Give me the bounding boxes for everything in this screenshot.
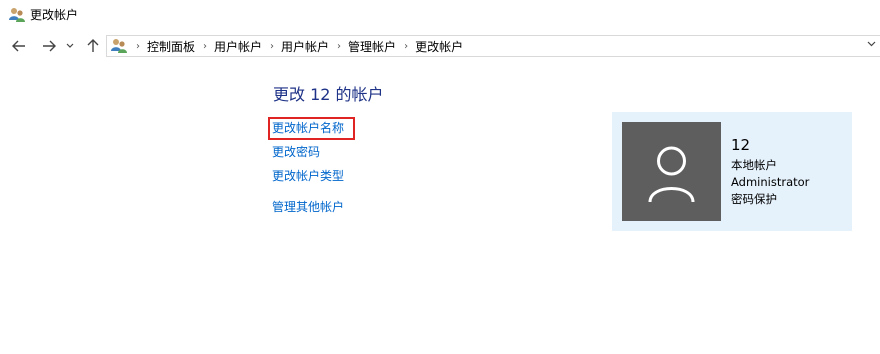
- change-account-name-link[interactable]: 更改帐户名称: [272, 120, 344, 136]
- page-title: 更改 12 的帐户: [273, 85, 384, 104]
- account-status: 密码保护: [731, 192, 777, 206]
- account-type: 本地帐户: [731, 158, 777, 172]
- back-arrow-icon[interactable]: [10, 37, 28, 55]
- account-role: Administrator: [731, 175, 810, 189]
- account-name: 12: [731, 136, 751, 154]
- up-arrow-icon[interactable]: [84, 37, 102, 55]
- avatar: [622, 122, 721, 221]
- manage-other-accounts-link[interactable]: 管理其他帐户: [272, 199, 344, 215]
- breadcrumb-separator-icon[interactable]: ›: [270, 41, 274, 52]
- address-dropdown-chevron-icon[interactable]: [867, 39, 876, 50]
- title-bar: 更改帐户: [0, 0, 880, 32]
- breadcrumb-item[interactable]: 用户帐户: [214, 38, 262, 55]
- breadcrumb-item[interactable]: 用户帐户: [281, 38, 329, 55]
- user-accounts-icon: [110, 38, 128, 54]
- navigation-bar: › 控制面板 › 用户帐户 › 用户帐户 › 管理帐户 › 更改帐户: [0, 33, 880, 59]
- breadcrumb-separator-icon[interactable]: ›: [337, 41, 341, 52]
- user-avatar-icon: [622, 146, 721, 225]
- breadcrumb-item[interactable]: 管理帐户: [348, 38, 396, 55]
- recent-locations-chevron-icon[interactable]: [64, 37, 76, 55]
- account-info-panel: 12 本地帐户 Administrator 密码保护: [612, 112, 852, 231]
- change-account-type-link[interactable]: 更改帐户类型: [272, 168, 344, 184]
- breadcrumb-item[interactable]: 更改帐户: [415, 38, 463, 55]
- breadcrumb-separator-icon[interactable]: ›: [136, 41, 140, 52]
- address-bar[interactable]: › 控制面板 › 用户帐户 › 用户帐户 › 管理帐户 › 更改帐户: [106, 35, 880, 57]
- breadcrumb-separator-icon[interactable]: ›: [404, 41, 408, 52]
- user-accounts-icon: [8, 7, 26, 23]
- forward-arrow-icon[interactable]: [40, 37, 58, 55]
- change-password-link[interactable]: 更改密码: [272, 144, 320, 160]
- breadcrumb-item[interactable]: 控制面板: [147, 38, 195, 55]
- breadcrumb-separator-icon[interactable]: ›: [203, 41, 207, 52]
- window-title: 更改帐户: [30, 8, 79, 22]
